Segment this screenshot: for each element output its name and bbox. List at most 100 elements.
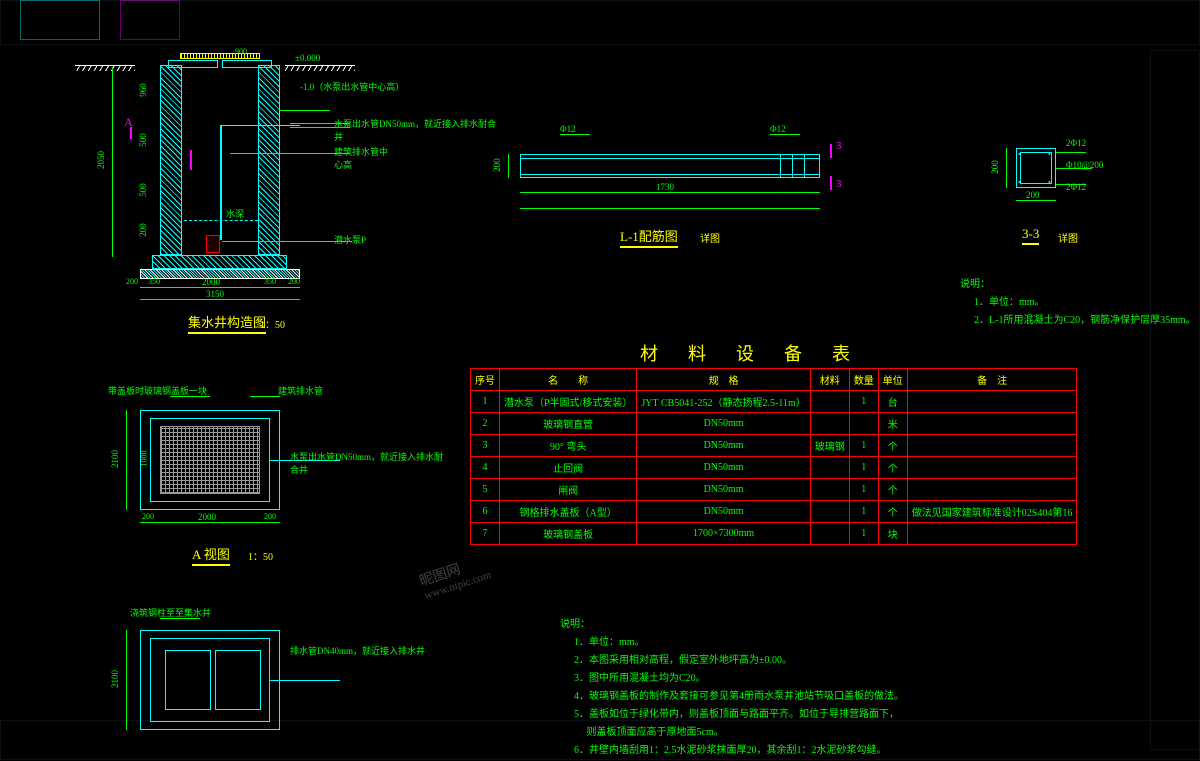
ghost-frame xyxy=(1150,50,1200,750)
plan-lbl3: 水泵出水管DN50mm，就近接入排水耐合井 xyxy=(290,450,450,476)
drain-label: 建筑排水管中心高 xyxy=(334,145,390,171)
table-cell: 6 xyxy=(471,501,500,523)
pump-pipe xyxy=(220,125,222,240)
sect3-bot xyxy=(830,176,832,190)
sect33-title: 3-3 xyxy=(1022,226,1039,245)
beam-h: 200 xyxy=(492,158,502,172)
table-row: 390° 弯头DN50mm玻璃钢1个 xyxy=(471,435,1077,457)
dim-wall-l: 350 xyxy=(148,277,160,286)
pump-pipe-h xyxy=(220,125,300,126)
plab-b-grate xyxy=(165,650,211,710)
sect-h: 200 xyxy=(990,160,1000,174)
rebar-top-lbl: Φ12 xyxy=(560,124,576,134)
ground-line xyxy=(285,65,355,71)
note-line: 5．盖板如位于绿化带内，则盖板顶面与路面平齐。如位于导排营路面下， xyxy=(574,706,1120,724)
plan-side: 200 xyxy=(264,512,276,521)
sect-w: 200 xyxy=(1026,190,1040,200)
th: 序号 xyxy=(471,369,500,391)
table-cell: 1 xyxy=(849,391,878,413)
notes-top: 说明： 1．单位：mm。 2．L-1所用混凝土为C20，钢筋净保护层厚35mm。 xyxy=(960,276,1200,330)
notes-bottom: 说明： 1．单位：mm。2．本图采用相对高程，假定室外地坪高为±0.00。3．图… xyxy=(560,616,1120,760)
table-cell: DN50mm xyxy=(637,501,810,523)
note-line: 1．单位：mm。 xyxy=(974,294,1200,312)
dim-hn2: 200 xyxy=(288,277,300,286)
sect-bot: 2Φ12 xyxy=(1066,182,1086,192)
table-cell xyxy=(810,501,849,523)
water-level xyxy=(184,220,258,221)
dim-wall-r: 350 xyxy=(264,277,276,286)
table-cell: 2 xyxy=(471,413,500,435)
inflow-pipe xyxy=(190,150,192,170)
pipe-center-label: -1.0（水泵出水管中心高） xyxy=(300,80,440,93)
dim-d5: 900 xyxy=(235,47,247,56)
table-cell xyxy=(810,391,849,413)
table-cell: 3 xyxy=(471,435,500,457)
table-cell: DN50mm xyxy=(637,479,810,501)
beam-scale: 详图 xyxy=(700,230,720,245)
note-line: 1．单位：mm。 xyxy=(574,634,1120,652)
well-wall-left xyxy=(160,65,182,255)
table-cell: 个 xyxy=(878,501,907,523)
sect33-drawing: • • • • 2Φ12 Φ10@200 2Φ12 200 200 xyxy=(996,130,1116,240)
table-row: 2玻璃钢直管DN50mm米 xyxy=(471,413,1077,435)
table-title: 材 料 设 备 表 xyxy=(640,340,856,366)
table-cell: 1 xyxy=(849,523,878,545)
note-line: 6．井壁内墙刮用1：2.5水泥砂浆抹面厚20，其余刮1：2水泥砂浆勾缝。 xyxy=(574,742,1120,760)
th: 数量 xyxy=(849,369,878,391)
beam-title: L-1配筋图 xyxy=(620,226,678,248)
table-cell xyxy=(907,391,1077,413)
notes-head: 说明： xyxy=(560,616,1120,634)
sect33-scale: 详图 xyxy=(1058,230,1078,245)
well-bottom xyxy=(152,255,287,269)
beam-len: 1730 xyxy=(656,182,674,192)
sump-scale: 1：50 xyxy=(260,316,285,331)
dim-d4: 200 xyxy=(138,223,148,237)
table-cell xyxy=(907,479,1077,501)
dim-hn: 200 xyxy=(126,277,138,286)
pump-icon xyxy=(206,235,220,253)
th: 备 注 xyxy=(907,369,1077,391)
table-cell xyxy=(810,479,849,501)
section-a-line xyxy=(130,127,132,139)
well-wall-right xyxy=(258,65,280,255)
dim-d3: 500 xyxy=(138,183,148,197)
table-cell: 4 xyxy=(471,457,500,479)
table-cell: 1 xyxy=(849,457,878,479)
table-cell: 90° 弯头 xyxy=(500,435,637,457)
grating xyxy=(160,426,260,494)
plab-b-grate xyxy=(215,650,261,710)
sect3-label: 3 xyxy=(836,178,842,190)
table-cell: 1 xyxy=(849,479,878,501)
table-cell: 潜水泵（P半固式/移式安装） xyxy=(500,391,637,413)
sect-stir: Φ10@200 xyxy=(1066,160,1103,170)
table-cell: 1 xyxy=(849,501,878,523)
plan-lbl2: 建筑排水管 xyxy=(278,384,323,397)
plan-h-out: 2100 xyxy=(110,450,120,468)
note-line: 2．本图采用相对高程，假定室外地坪高为±0.00。 xyxy=(574,652,1120,670)
plan-a-title: A 视图 xyxy=(192,544,230,566)
sump-section-drawing: A ±0.000 -1.0（水泵出水管中心高） 水泵出水管DN50mm，就近接入… xyxy=(130,55,390,325)
pump-label: 潜水泵P xyxy=(334,233,366,246)
foundation-pad xyxy=(140,269,300,279)
table-cell: 做法见国家建筑标准设计02S404第16 xyxy=(907,501,1077,523)
table-cell: 7 xyxy=(471,523,500,545)
plan-b-h: 2100 xyxy=(110,670,120,688)
plan-b-lbl2: 排水管DN40mm，就近接入排水井 xyxy=(290,644,450,657)
table-row: 4止回阀DN50mm1个 xyxy=(471,457,1077,479)
plan-b-drawing: 浇筑钢柱至至集水井 排水管DN40mm，就近接入排水井 2100 xyxy=(110,610,370,760)
table-cell: 玻璃钢 xyxy=(810,435,849,457)
dim-d1: 960 xyxy=(138,83,148,97)
table-cell xyxy=(907,435,1077,457)
cover-slab xyxy=(222,60,272,68)
plan-a-scale: 1：50 xyxy=(248,548,273,563)
table-cell: DN50mm xyxy=(637,457,810,479)
table-cell xyxy=(907,457,1077,479)
sect3-top xyxy=(830,144,832,158)
ghost-frame xyxy=(120,0,180,40)
table-cell: 个 xyxy=(878,457,907,479)
table-cell: 台 xyxy=(878,391,907,413)
table-cell xyxy=(810,523,849,545)
sect3-label: 3 xyxy=(836,140,842,152)
table-cell: JYT CB5041-252（静态扬程2.5-11m） xyxy=(637,391,810,413)
beam-drawing: 3 3 1730 200 Φ12 Φ12 xyxy=(500,120,860,240)
